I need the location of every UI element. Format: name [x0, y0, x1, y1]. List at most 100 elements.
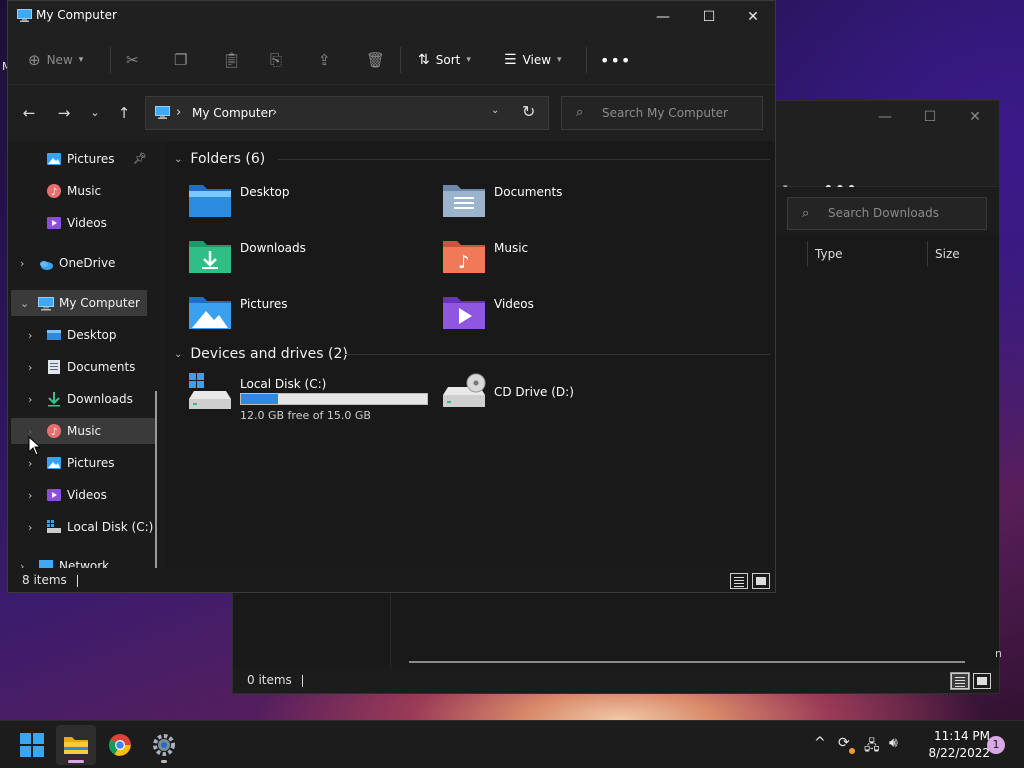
cut-button[interactable]: ✂	[126, 49, 139, 71]
breadcrumb-my-computer[interactable]: My Computer	[192, 106, 273, 120]
search-input[interactable]: ⌕ Search My Computer	[561, 96, 763, 130]
view-icon: ☰	[504, 52, 517, 68]
chevron-down-icon: ⌄	[174, 348, 183, 360]
minimize-button[interactable]: —	[640, 3, 686, 31]
folder-tile-desktop[interactable]: Desktop	[188, 181, 428, 233]
nav-downloads[interactable]: › Downloads	[8, 387, 158, 411]
chrome-icon	[109, 734, 131, 756]
drive-tile-local-disk[interactable]: Local Disk (C:) 12.0 GB free of 15.0 GB	[188, 373, 428, 425]
network-icon[interactable]: 🖧︎	[864, 735, 880, 759]
navigation-pane[interactable]: Pictures 📌︎ ♪ Music Videos › OneDrive ⌄ …	[8, 141, 166, 569]
breadcrumb-chevron-icon[interactable]: ›	[272, 105, 277, 120]
nav-documents[interactable]: › Documents	[8, 355, 158, 379]
new-button[interactable]: ⊕ New ▾	[28, 49, 83, 71]
forward-button[interactable]: →	[53, 102, 75, 124]
folders-group-header[interactable]: ⌄ Folders (6)	[174, 148, 265, 170]
close-button[interactable]: ✕	[730, 3, 776, 31]
chevron-right-icon[interactable]: ›	[28, 457, 32, 470]
nav-quick-music[interactable]: ♪ Music	[8, 179, 158, 203]
pictures-icon	[47, 153, 61, 165]
documents-icon	[48, 360, 60, 374]
up-button[interactable]: ↑	[113, 102, 135, 124]
breadcrumb-chevron-icon[interactable]: ›	[176, 105, 181, 120]
tiles-view-button[interactable]	[973, 673, 991, 689]
background-minimize-button[interactable]: —	[863, 107, 907, 127]
titlebar[interactable]: My Computer — ☐ ✕	[8, 1, 775, 33]
drives-group-header[interactable]: ⌄ Devices and drives (2)	[174, 343, 348, 365]
chevron-right-icon[interactable]: ›	[28, 329, 32, 342]
nav-label: Documents	[67, 360, 136, 374]
notification-badge[interactable]: 1	[987, 736, 1005, 754]
chevron-right-icon[interactable]: ›	[20, 257, 24, 270]
volume-icon[interactable]: 🔊︎	[889, 735, 898, 751]
address-bar[interactable]: › My Computer › ⌄ ↻	[145, 96, 549, 130]
nav-videos[interactable]: › Videos	[8, 483, 158, 507]
drive-name: Local Disk (C:)	[240, 377, 327, 391]
desktop-folder-icon	[189, 185, 231, 217]
mouse-cursor-icon	[28, 436, 40, 456]
tiles-view-button[interactable]	[752, 573, 770, 589]
sort-button[interactable]: ⇅ Sort ▾	[418, 49, 471, 71]
column-header-size[interactable]: Size	[935, 241, 960, 267]
share-button[interactable]: ⇪	[318, 49, 331, 71]
chevron-down-icon[interactable]: ⌄	[20, 297, 29, 310]
recent-locations-button[interactable]: ⌄	[84, 102, 106, 124]
nav-local-disk[interactable]: › Local Disk (C:)	[8, 515, 158, 539]
folder-tile-videos[interactable]: Videos	[442, 293, 682, 345]
svg-text:♪: ♪	[458, 252, 470, 273]
chevron-right-icon[interactable]: ›	[28, 489, 32, 502]
folder-name: Documents	[494, 185, 563, 199]
paste-button[interactable]: 📋︎	[222, 49, 241, 71]
settings-icon	[153, 734, 175, 756]
background-maximize-button[interactable]: ☐	[908, 107, 952, 127]
tray-overflow-chevron-icon[interactable]: ^	[814, 735, 826, 751]
rename-button[interactable]: ⎘	[270, 49, 282, 71]
folder-tile-documents[interactable]: Documents	[442, 181, 682, 233]
background-close-button[interactable]: ✕	[953, 107, 997, 127]
copy-button[interactable]: ❐	[174, 49, 187, 71]
chevron-right-icon[interactable]: ›	[28, 361, 32, 374]
drive-tile-cd[interactable]: CD Drive (D:)	[442, 373, 682, 425]
taskbar-settings[interactable]	[144, 725, 184, 765]
nav-my-computer[interactable]: ⌄ My Computer	[11, 290, 147, 316]
column-header-type[interactable]: Type	[815, 241, 843, 267]
sync-icon[interactable]: ⟳	[838, 735, 850, 751]
explorer-window[interactable]: My Computer — ☐ ✕ ⊕ New ▾ ✂ ❐ 📋︎ ⎘ ⇪ 🗑︎ …	[7, 0, 776, 593]
details-view-button[interactable]	[730, 573, 748, 589]
nav-quick-pictures[interactable]: Pictures 📌︎	[8, 147, 158, 171]
delete-button[interactable]: 🗑︎	[366, 49, 385, 71]
background-search-placeholder: Search Downloads	[828, 206, 939, 220]
statusbar: 8 items	[8, 568, 775, 592]
nav-label: Videos	[67, 216, 107, 230]
content-pane[interactable]: ⌄ Folders (6) Desktop Documents Download…	[166, 141, 775, 569]
column-separator[interactable]	[807, 241, 808, 267]
column-separator[interactable]	[927, 241, 928, 267]
more-button[interactable]: •••	[600, 49, 631, 71]
clock[interactable]: 11:14 PM 8/22/2022	[910, 728, 990, 762]
address-dropdown-icon[interactable]: ⌄	[491, 105, 499, 116]
back-button[interactable]: ←	[18, 102, 40, 124]
taskbar-file-explorer[interactable]	[56, 725, 96, 765]
nav-scrollbar[interactable]	[155, 391, 157, 569]
search-icon: ⌕	[576, 105, 584, 120]
chevron-right-icon[interactable]: ›	[28, 521, 32, 534]
view-button[interactable]: ☰ View ▾	[504, 49, 562, 71]
chevron-right-icon[interactable]: ›	[28, 393, 32, 406]
svg-text:♪: ♪	[51, 427, 57, 438]
taskbar-chrome[interactable]	[100, 725, 140, 765]
folder-tile-downloads[interactable]: Downloads	[188, 237, 428, 289]
background-search-input[interactable]: ⌕ Search Downloads	[787, 197, 987, 230]
folder-tile-music[interactable]: ♪ Music	[442, 237, 682, 289]
nav-onedrive[interactable]: › OneDrive	[8, 251, 158, 275]
folder-tile-pictures[interactable]: Pictures	[188, 293, 428, 345]
maximize-button[interactable]: ☐	[686, 3, 732, 31]
start-button[interactable]	[12, 725, 52, 765]
background-horizontal-scrollbar[interactable]	[409, 661, 965, 663]
nav-desktop[interactable]: › Desktop	[8, 323, 158, 347]
details-view-button[interactable]	[950, 672, 970, 690]
search-placeholder: Search My Computer	[602, 106, 728, 120]
nav-quick-videos[interactable]: Videos	[8, 211, 158, 235]
nav-network[interactable]: › Network	[8, 554, 158, 569]
refresh-icon[interactable]: ↻	[522, 102, 535, 121]
view-label: View	[522, 53, 552, 67]
